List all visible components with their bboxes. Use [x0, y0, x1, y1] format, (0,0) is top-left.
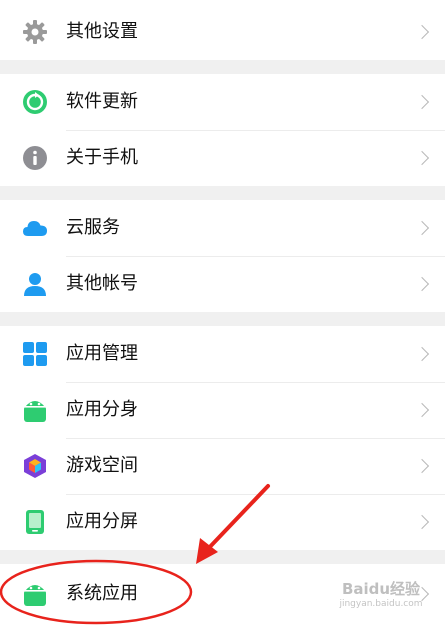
update-icon: [23, 90, 47, 114]
watermark-brand: Baidu经验: [341, 580, 421, 598]
chevron-right-icon: [414, 150, 430, 166]
info-icon: [23, 146, 47, 170]
cloud-icon: [23, 221, 47, 236]
chevron-right-icon: [414, 402, 430, 418]
chevron-right-icon: [414, 458, 430, 474]
game-space-label: 游戏空间: [66, 455, 138, 476]
cloud-service-label: 云服务: [66, 217, 120, 238]
game-cube-icon: [24, 454, 46, 478]
settings-group-3: 云服务 其他帐号: [0, 200, 445, 312]
split-screen-label: 应用分屏: [66, 511, 138, 532]
software-update-label: 软件更新: [66, 91, 138, 112]
person-icon: [24, 273, 46, 296]
software-update-row[interactable]: 软件更新: [0, 74, 445, 130]
about-phone-label: 关于手机: [66, 147, 138, 168]
app-management-row[interactable]: 应用管理: [0, 326, 445, 382]
other-settings-label: 其他设置: [66, 21, 138, 42]
android-icon: [24, 585, 46, 606]
other-accounts-label: 其他帐号: [66, 273, 138, 294]
other-accounts-row[interactable]: 其他帐号: [0, 256, 445, 312]
system-apps-label: 系统应用: [66, 583, 138, 604]
watermark: Baidu经验 jingyan.baidu.com: [322, 578, 440, 609]
chevron-right-icon: [414, 514, 430, 530]
chevron-right-icon: [414, 24, 430, 40]
app-clone-label: 应用分身: [66, 399, 138, 420]
game-space-row[interactable]: 游戏空间: [0, 438, 445, 494]
watermark-site: jingyan.baidu.com: [339, 599, 423, 609]
settings-group-4: 应用管理 应用分身 游戏空间 应用分屏: [0, 326, 445, 550]
android-icon: [24, 401, 46, 422]
cloud-service-row[interactable]: 云服务: [0, 200, 445, 256]
settings-group-2: 软件更新 关于手机: [0, 74, 445, 186]
settings-group-1: 其他设置: [0, 0, 445, 60]
chevron-right-icon: [414, 220, 430, 236]
chevron-right-icon: [414, 94, 430, 110]
app-management-label: 应用管理: [66, 343, 138, 364]
chevron-right-icon: [414, 276, 430, 292]
grid-icon: [23, 342, 47, 366]
app-clone-row[interactable]: 应用分身: [0, 382, 445, 438]
other-settings-row[interactable]: 其他设置: [0, 4, 445, 60]
about-phone-row[interactable]: 关于手机: [0, 130, 445, 186]
gear-icon: [23, 20, 47, 44]
split-screen-row[interactable]: 应用分屏: [0, 494, 445, 550]
chevron-right-icon: [414, 346, 430, 362]
split-screen-icon: [26, 510, 44, 534]
